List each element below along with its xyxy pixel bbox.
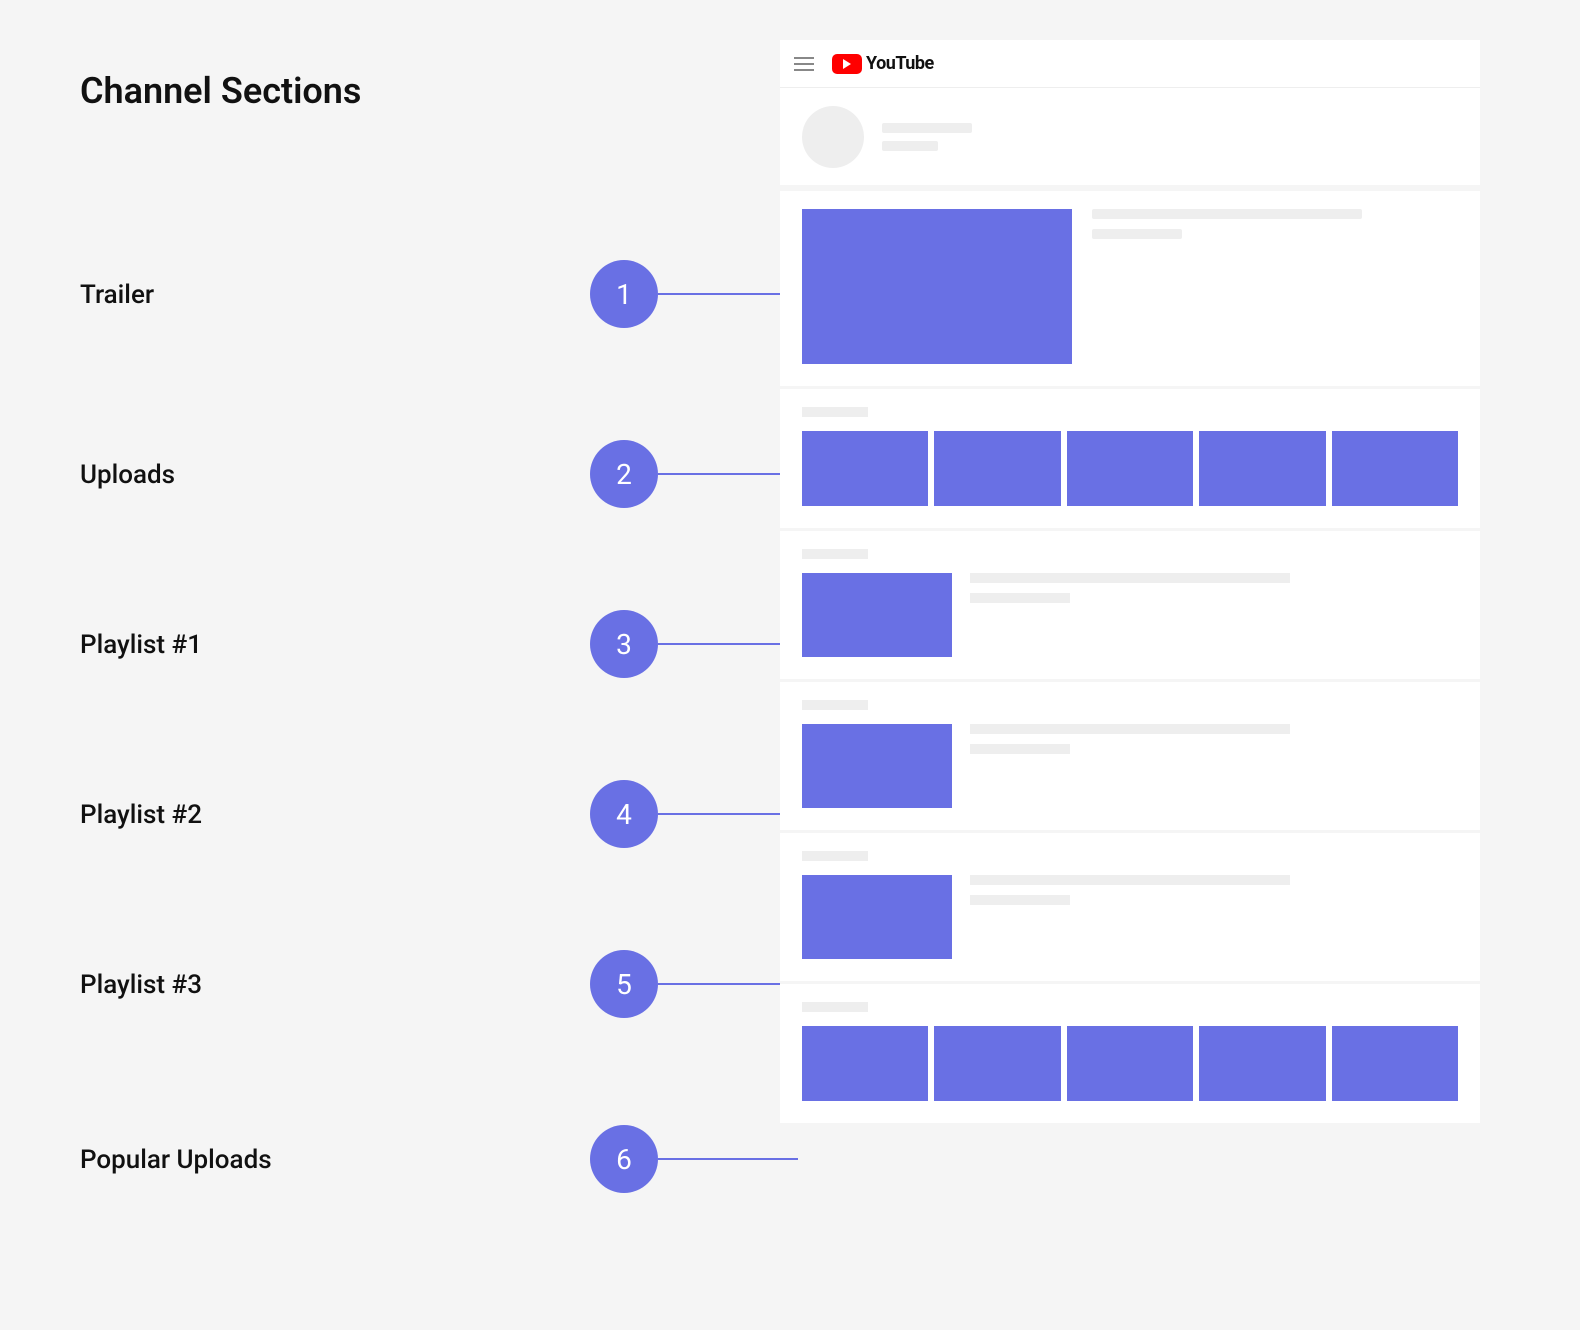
section-label-playlist-1: Playlist #1: [80, 630, 202, 660]
section-heading-placeholder: [802, 1002, 868, 1012]
playlist-meta: [970, 573, 1290, 657]
section-label-trailer: Trailer: [80, 280, 154, 310]
section-label-popular-uploads: Popular Uploads: [80, 1145, 272, 1175]
badge-3: 3: [590, 610, 658, 678]
connector-6: [658, 1158, 798, 1160]
youtube-wordmark: YouTube: [866, 53, 934, 74]
section-heading-placeholder: [802, 851, 868, 861]
playlist-thumbnail[interactable]: [802, 573, 952, 657]
upload-thumbnail[interactable]: [802, 431, 928, 506]
channel-name-placeholder: [882, 123, 972, 151]
channel-avatar[interactable]: [802, 106, 864, 168]
section-label-uploads: Uploads: [80, 460, 175, 490]
connector-4: [658, 813, 798, 815]
playlist-meta: [970, 875, 1290, 959]
playlist-thumbnail[interactable]: [802, 875, 952, 959]
popular-upload-thumbnail[interactable]: [1332, 1026, 1458, 1101]
channel-header: [780, 88, 1480, 188]
section-label-playlist-3: Playlist #3: [80, 970, 202, 1000]
trailer-meta: [1092, 209, 1362, 364]
section-heading-placeholder: [802, 549, 868, 559]
channel-section-uploads: [780, 386, 1480, 528]
badge-6: 6: [590, 1125, 658, 1193]
badge-1: 1: [590, 260, 658, 328]
trailer-video-thumbnail[interactable]: [802, 209, 1072, 364]
channel-section-popular-uploads: [780, 981, 1480, 1123]
upload-thumbnail[interactable]: [1199, 431, 1325, 506]
playlist-thumbnail[interactable]: [802, 724, 952, 808]
channel-section-trailer: [780, 188, 1480, 386]
upload-thumbnail[interactable]: [1332, 431, 1458, 506]
youtube-play-icon: [832, 54, 862, 74]
popular-upload-thumbnail[interactable]: [1199, 1026, 1325, 1101]
youtube-logo[interactable]: YouTube: [832, 53, 934, 74]
section-label-playlist-2: Playlist #2: [80, 800, 202, 830]
upload-thumbnail[interactable]: [1067, 431, 1193, 506]
youtube-channel-mock: YouTube: [780, 40, 1480, 1123]
badge-2: 2: [590, 440, 658, 508]
page-title: Channel Sections: [80, 70, 361, 112]
channel-section-playlist-3: [780, 830, 1480, 981]
channel-section-playlist-2: [780, 679, 1480, 830]
connector-1: [658, 293, 798, 295]
playlist-meta: [970, 724, 1290, 808]
menu-icon[interactable]: [794, 57, 814, 71]
channel-section-playlist-1: [780, 528, 1480, 679]
section-heading-placeholder: [802, 407, 868, 417]
connector-5: [658, 983, 798, 985]
popular-upload-thumbnail[interactable]: [1067, 1026, 1193, 1101]
section-heading-placeholder: [802, 700, 868, 710]
connector-3: [658, 643, 798, 645]
upload-thumbnail[interactable]: [934, 431, 1060, 506]
connector-2: [658, 473, 798, 475]
popular-upload-thumbnail[interactable]: [934, 1026, 1060, 1101]
badge-4: 4: [590, 780, 658, 848]
badge-5: 5: [590, 950, 658, 1018]
youtube-topbar: YouTube: [780, 40, 1480, 88]
popular-upload-thumbnail[interactable]: [802, 1026, 928, 1101]
